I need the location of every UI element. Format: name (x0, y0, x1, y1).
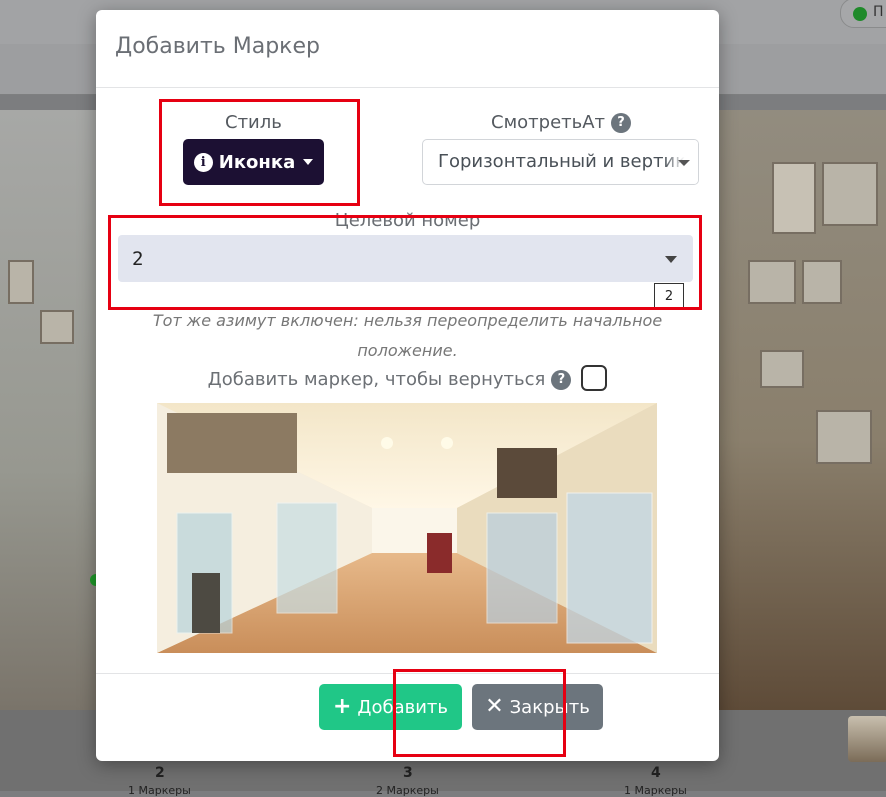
panorama-wall-left (0, 110, 96, 710)
modal-header: Добавить Маркер (96, 10, 719, 88)
status-dot-icon (853, 7, 867, 21)
museum-hall-image (157, 403, 657, 653)
scene-thumbnail[interactable] (848, 716, 886, 762)
lookat-label-row: СмотретьАт? (491, 112, 632, 133)
scene-number: 4 (651, 765, 661, 781)
plus-icon: + (332, 694, 352, 719)
lookat-label: СмотретьАт (491, 112, 606, 133)
status-pill[interactable]: П (840, 0, 886, 28)
scene-preview-image (157, 403, 657, 653)
return-marker-row: Добавить маркер, чтобы вернуться? (96, 365, 719, 391)
highlight-box-add (393, 669, 566, 757)
question-circle-icon[interactable]: ? (611, 113, 632, 133)
lookat-select[interactable]: Горизонтальный и вертикальный (422, 139, 699, 185)
highlight-box-style (159, 99, 360, 206)
panorama-wall-right (720, 110, 886, 710)
status-pill-label: П (873, 4, 884, 20)
modal-title: Добавить Маркер (115, 34, 320, 59)
return-marker-checkbox[interactable] (581, 365, 608, 391)
scene-number: 3 (403, 765, 413, 781)
return-marker-label: Добавить маркер, чтобы вернуться (207, 369, 546, 390)
highlight-box-target (108, 215, 702, 310)
chevron-down-icon (678, 160, 690, 166)
azimuth-note: Тот же азимут включен: нельзя переопреде… (152, 311, 663, 360)
lookat-select-value: Горизонтальный и вертикальный (438, 151, 698, 172)
question-circle-icon[interactable]: ? (551, 370, 572, 390)
scene-number: 2 (155, 765, 165, 781)
